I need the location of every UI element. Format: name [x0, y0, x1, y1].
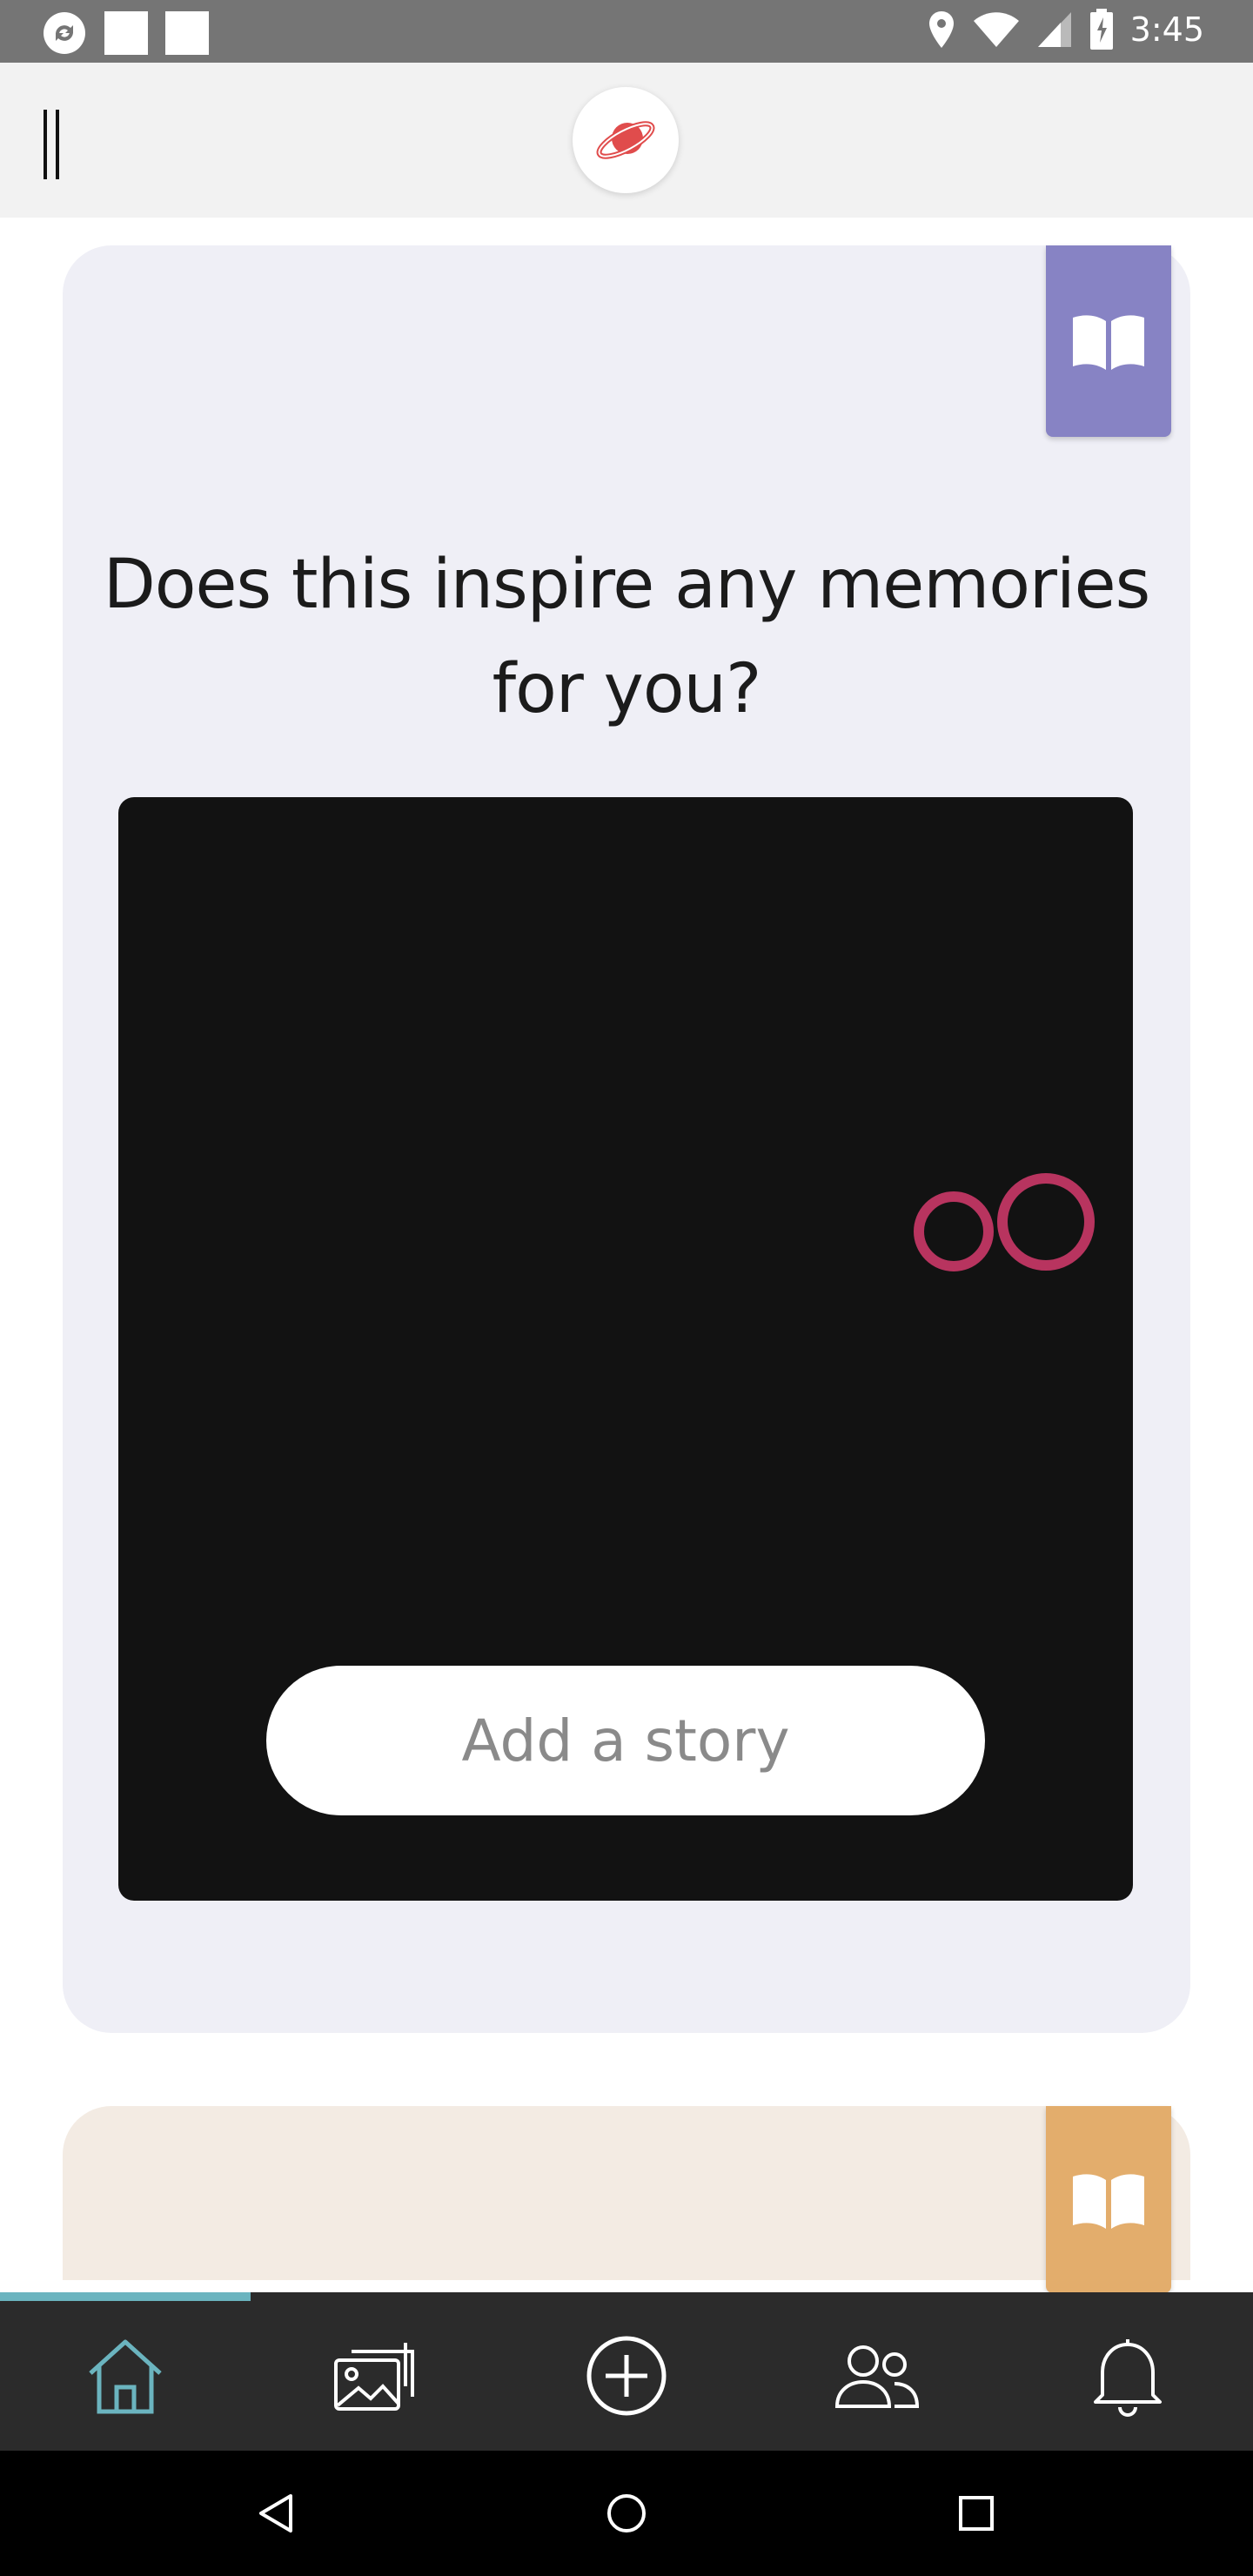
status-bar: 3:45 — [0, 0, 1253, 63]
tab-home[interactable] — [0, 2301, 251, 2451]
menu-button[interactable] — [44, 110, 87, 179]
status-left-icons — [42, 10, 209, 56]
open-book-icon — [1073, 315, 1144, 370]
bell-icon — [1094, 2339, 1162, 2417]
back-icon — [259, 2494, 292, 2532]
prompt-media[interactable]: Add a story — [118, 797, 1133, 1901]
add-circle-icon — [586, 2336, 667, 2416]
home-icon — [89, 2339, 162, 2414]
app-header — [0, 63, 1253, 218]
menu-icon — [44, 110, 47, 179]
planet-logo-icon — [596, 121, 655, 159]
app-logo[interactable] — [573, 87, 679, 193]
status-right-icons: 3:45 — [927, 9, 1204, 50]
nav-home-button[interactable] — [539, 2451, 714, 2576]
open-book-icon — [1073, 2173, 1144, 2229]
tab-add[interactable] — [501, 2301, 752, 2451]
notification-square-icon — [104, 11, 148, 55]
battery-charging-icon — [1089, 9, 1113, 50]
nav-recents-button[interactable] — [889, 2451, 1063, 2576]
notification-square-icon — [165, 11, 209, 55]
system-nav-bar — [0, 2451, 1253, 2576]
people-icon — [834, 2345, 920, 2408]
gallery-icon — [334, 2343, 414, 2411]
tab-gallery[interactable] — [251, 2301, 501, 2451]
memory-prompt-card: Does this inspire any memories for you? … — [63, 245, 1190, 2033]
recents-icon — [959, 2496, 994, 2531]
signal-icon — [1037, 12, 1071, 47]
story-type-tag[interactable] — [1046, 2106, 1171, 2293]
nav-back-button[interactable] — [188, 2451, 362, 2576]
wifi-icon — [973, 12, 1019, 47]
sync-icon — [44, 12, 85, 54]
next-prompt-card — [63, 2106, 1190, 2293]
bottom-tab-bar — [0, 2292, 1253, 2451]
memory-prompt-text: Does this inspire any memories for you? — [103, 546, 1151, 728]
story-type-tag[interactable] — [1046, 245, 1171, 437]
status-time: 3:45 — [1129, 10, 1204, 49]
add-story-button[interactable]: Add a story — [266, 1666, 985, 1815]
active-tab-indicator — [0, 2292, 251, 2301]
location-icon — [928, 11, 954, 48]
tab-notifications[interactable] — [1002, 2301, 1253, 2451]
home-circle-icon — [607, 2494, 646, 2532]
tab-people[interactable] — [752, 2301, 1002, 2451]
